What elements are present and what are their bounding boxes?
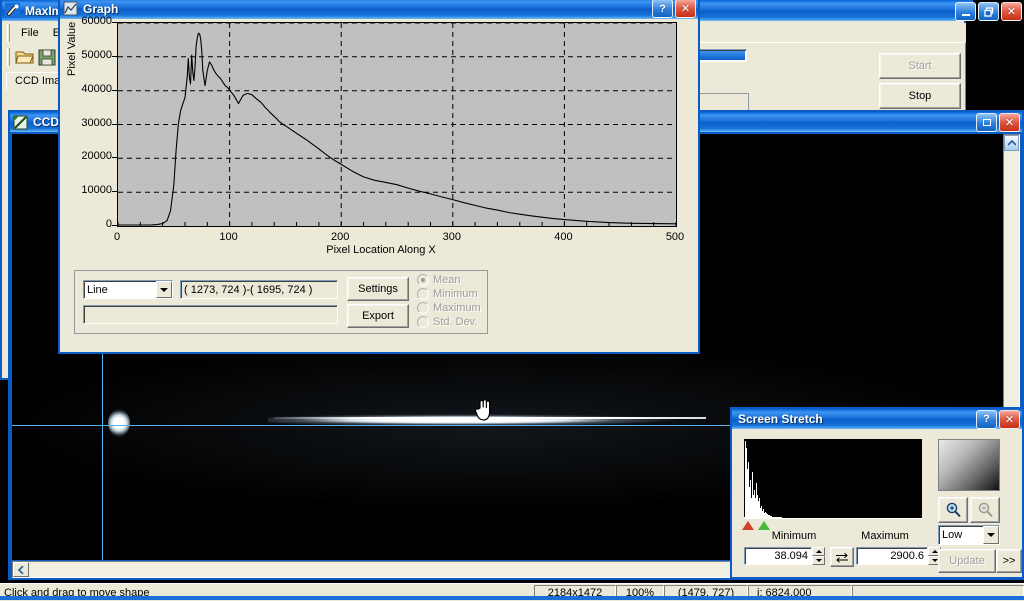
coordinates-field[interactable]: ( 1273, 724 )-( 1695, 724 )	[180, 280, 338, 299]
restore-button[interactable]	[978, 2, 999, 21]
histogram-bar	[921, 518, 922, 519]
minimum-spinner[interactable]	[812, 547, 825, 565]
folder-open-icon[interactable]	[14, 46, 36, 68]
chart-x-tick-label: 200	[331, 231, 350, 243]
screen-stretch-titlebar[interactable]: Screen Stretch ? ✕	[732, 409, 1022, 429]
chart-x-axis-label: Pixel Location Along X	[326, 244, 436, 256]
settings-button[interactable]: Settings	[347, 277, 409, 301]
chart-x-tick-label: 400	[554, 231, 573, 243]
chart-y-tick-label: 0	[105, 218, 112, 230]
save-icon[interactable]	[36, 46, 58, 68]
chart-y-tick-label: 10000	[81, 184, 112, 197]
mean-label: Mean	[433, 274, 461, 286]
maximum-marker-icon[interactable]	[758, 521, 770, 530]
chart-y-tick-label: 30000	[81, 116, 112, 129]
chart-y-tick-mark	[112, 22, 117, 23]
chart-y-tick-mark	[112, 191, 117, 193]
zoom-in-icon[interactable]	[938, 497, 968, 523]
maximum-radio[interactable]	[417, 302, 429, 314]
stat-stddev-row[interactable]: Std. Dev.	[417, 316, 477, 328]
chart-y-tick-label: 50000	[81, 48, 112, 61]
stretch-mode-value: Low	[942, 529, 963, 541]
stat-minimum-row[interactable]: Minimum	[417, 288, 478, 300]
scroll-left-button[interactable]	[13, 562, 29, 577]
start-button[interactable]: Start	[879, 53, 961, 79]
chart-x-tick-label: 500	[665, 231, 685, 243]
chart-x-tick-label: 0	[113, 231, 121, 243]
stddev-label: Std. Dev.	[433, 316, 478, 328]
chart-y-tick-label: 40000	[81, 82, 112, 95]
ccd-close-button[interactable]: ✕	[999, 112, 1020, 132]
shape-mode-value: Line	[87, 283, 108, 296]
minimum-marker-icon[interactable]	[742, 521, 754, 530]
stretch-mode-combo[interactable]: Low	[938, 525, 1000, 545]
minimum-spin-up[interactable]	[812, 547, 825, 556]
close-button[interactable]: ✕	[1001, 2, 1022, 21]
chart-x-tick-label: 300	[442, 231, 461, 243]
more-button[interactable]: >>	[996, 549, 1022, 573]
stop-button[interactable]: Stop	[879, 83, 961, 109]
chart-line-series	[118, 23, 676, 226]
screen-stretch-window: Screen Stretch ? ✕ Low Minimum Maximum 3…	[730, 407, 1024, 579]
chart-plot-area	[117, 22, 677, 227]
graph-icon	[63, 1, 78, 16]
zoom-out-icon[interactable]	[970, 497, 1000, 523]
graph-title-text: Graph	[83, 1, 119, 16]
maximum-label: Maximum	[433, 302, 481, 314]
shape-mode-combo[interactable]: Line	[83, 280, 173, 299]
minimum-spin-down[interactable]	[812, 556, 825, 565]
scroll-up-button[interactable]	[1004, 135, 1019, 151]
stat-mean-row[interactable]: Mean	[417, 274, 461, 286]
taskbar-strip	[0, 596, 1024, 600]
stat-maximum-row[interactable]: Maximum	[417, 302, 481, 314]
stretch-close-button[interactable]: ✕	[999, 409, 1020, 429]
chevron-down-icon[interactable]	[983, 526, 999, 544]
maximum-label: Maximum	[861, 530, 909, 542]
maximum-input[interactable]: 2900.6	[856, 547, 928, 565]
screen-stretch-title-text: Screen Stretch	[738, 412, 823, 426]
graph-help-button[interactable]: ?	[652, 0, 673, 18]
chart-y-tick-mark	[112, 89, 117, 91]
chart-y-tick-mark	[112, 123, 117, 125]
chart-y-tick-mark	[112, 55, 117, 57]
stddev-radio[interactable]	[417, 316, 429, 328]
maxim-app-icon	[5, 3, 20, 18]
chart-y-tick-label: 20000	[81, 150, 112, 163]
graph-window: Graph ? ✕ Pixel Value 0 10000 20000 30000 40…	[58, 0, 700, 354]
chart-x-tick-label: 100	[219, 231, 238, 243]
chart-y-tick-mark	[112, 225, 117, 226]
stretch-help-button[interactable]: ?	[976, 409, 997, 429]
menubar-gripper[interactable]	[7, 24, 11, 42]
update-button[interactable]: Update	[938, 549, 996, 573]
graph-controls-group: Line ( 1273, 724 )-( 1695, 724 ) Setting…	[74, 270, 488, 334]
toolbar-gripper[interactable]	[7, 48, 11, 66]
graph-close-button[interactable]: ✕	[675, 0, 696, 18]
chevron-down-icon[interactable]	[156, 281, 172, 298]
minimize-button[interactable]	[955, 2, 976, 21]
menu-file[interactable]: File	[14, 25, 46, 41]
stretch-preview-gradient	[938, 439, 1000, 491]
main-window-controls[interactable]: ✕	[953, 2, 1022, 21]
star-point	[108, 409, 130, 437]
chart-y-tick-mark	[112, 157, 117, 159]
export-button[interactable]: Export	[347, 304, 409, 328]
ccd-restore-button[interactable]	[976, 112, 997, 132]
graph-info-field[interactable]	[83, 305, 338, 324]
chart-y-tick-label: 60000	[81, 15, 112, 27]
histogram-display[interactable]	[744, 439, 922, 519]
mean-radio[interactable]	[417, 274, 429, 286]
minimum-input[interactable]: 38.094	[744, 547, 812, 565]
minimum-radio[interactable]	[417, 288, 429, 300]
mouse-cursor-grab-icon	[474, 398, 494, 424]
minimum-label: Minimum	[433, 288, 478, 300]
ccd-image-icon	[13, 115, 28, 130]
swap-arrows-icon[interactable]	[830, 547, 854, 567]
minimum-label: Minimum	[771, 530, 817, 542]
graph-titlebar[interactable]: Graph ? ✕	[60, 0, 698, 19]
